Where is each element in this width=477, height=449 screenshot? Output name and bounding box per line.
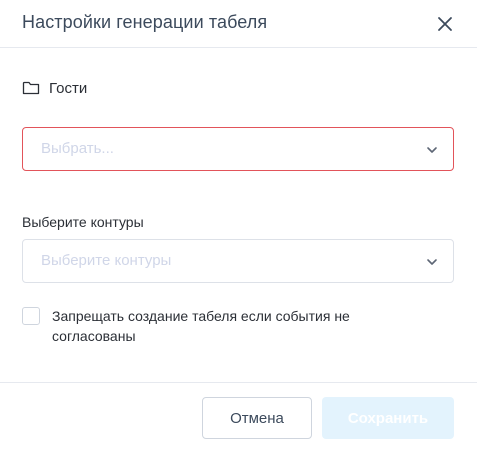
events-checkbox-row: Запрещать создание табеля если события н…	[22, 306, 392, 346]
primary-select-placeholder: Выбрать...	[41, 140, 114, 157]
dialog-footer: Отмена Сохранить	[0, 382, 477, 449]
chevron-down-icon	[427, 147, 437, 153]
save-button[interactable]: Сохранить	[322, 397, 454, 439]
dialog-header: Настройки генерации табеля	[0, 0, 477, 48]
contours-label: Выберите контуры	[22, 214, 144, 230]
events-checkbox[interactable]	[22, 307, 40, 325]
folder-icon	[22, 80, 40, 96]
events-checkbox-label[interactable]: Запрещать создание табеля если события н…	[52, 306, 392, 346]
dialog-title: Настройки генерации табеля	[22, 12, 268, 32]
generation-settings-dialog: Настройки генерации табеля Гости Выбрать…	[0, 0, 477, 449]
close-button[interactable]	[433, 12, 457, 36]
contours-select[interactable]: Выберите контуры	[22, 239, 454, 283]
primary-select[interactable]: Выбрать...	[22, 127, 454, 171]
close-icon	[438, 17, 452, 31]
cancel-button[interactable]: Отмена	[202, 397, 312, 439]
contours-select-placeholder: Выберите контуры	[41, 252, 172, 269]
group-label: Гости	[49, 79, 88, 97]
chevron-down-icon	[427, 259, 437, 265]
group-row: Гости	[22, 78, 87, 98]
